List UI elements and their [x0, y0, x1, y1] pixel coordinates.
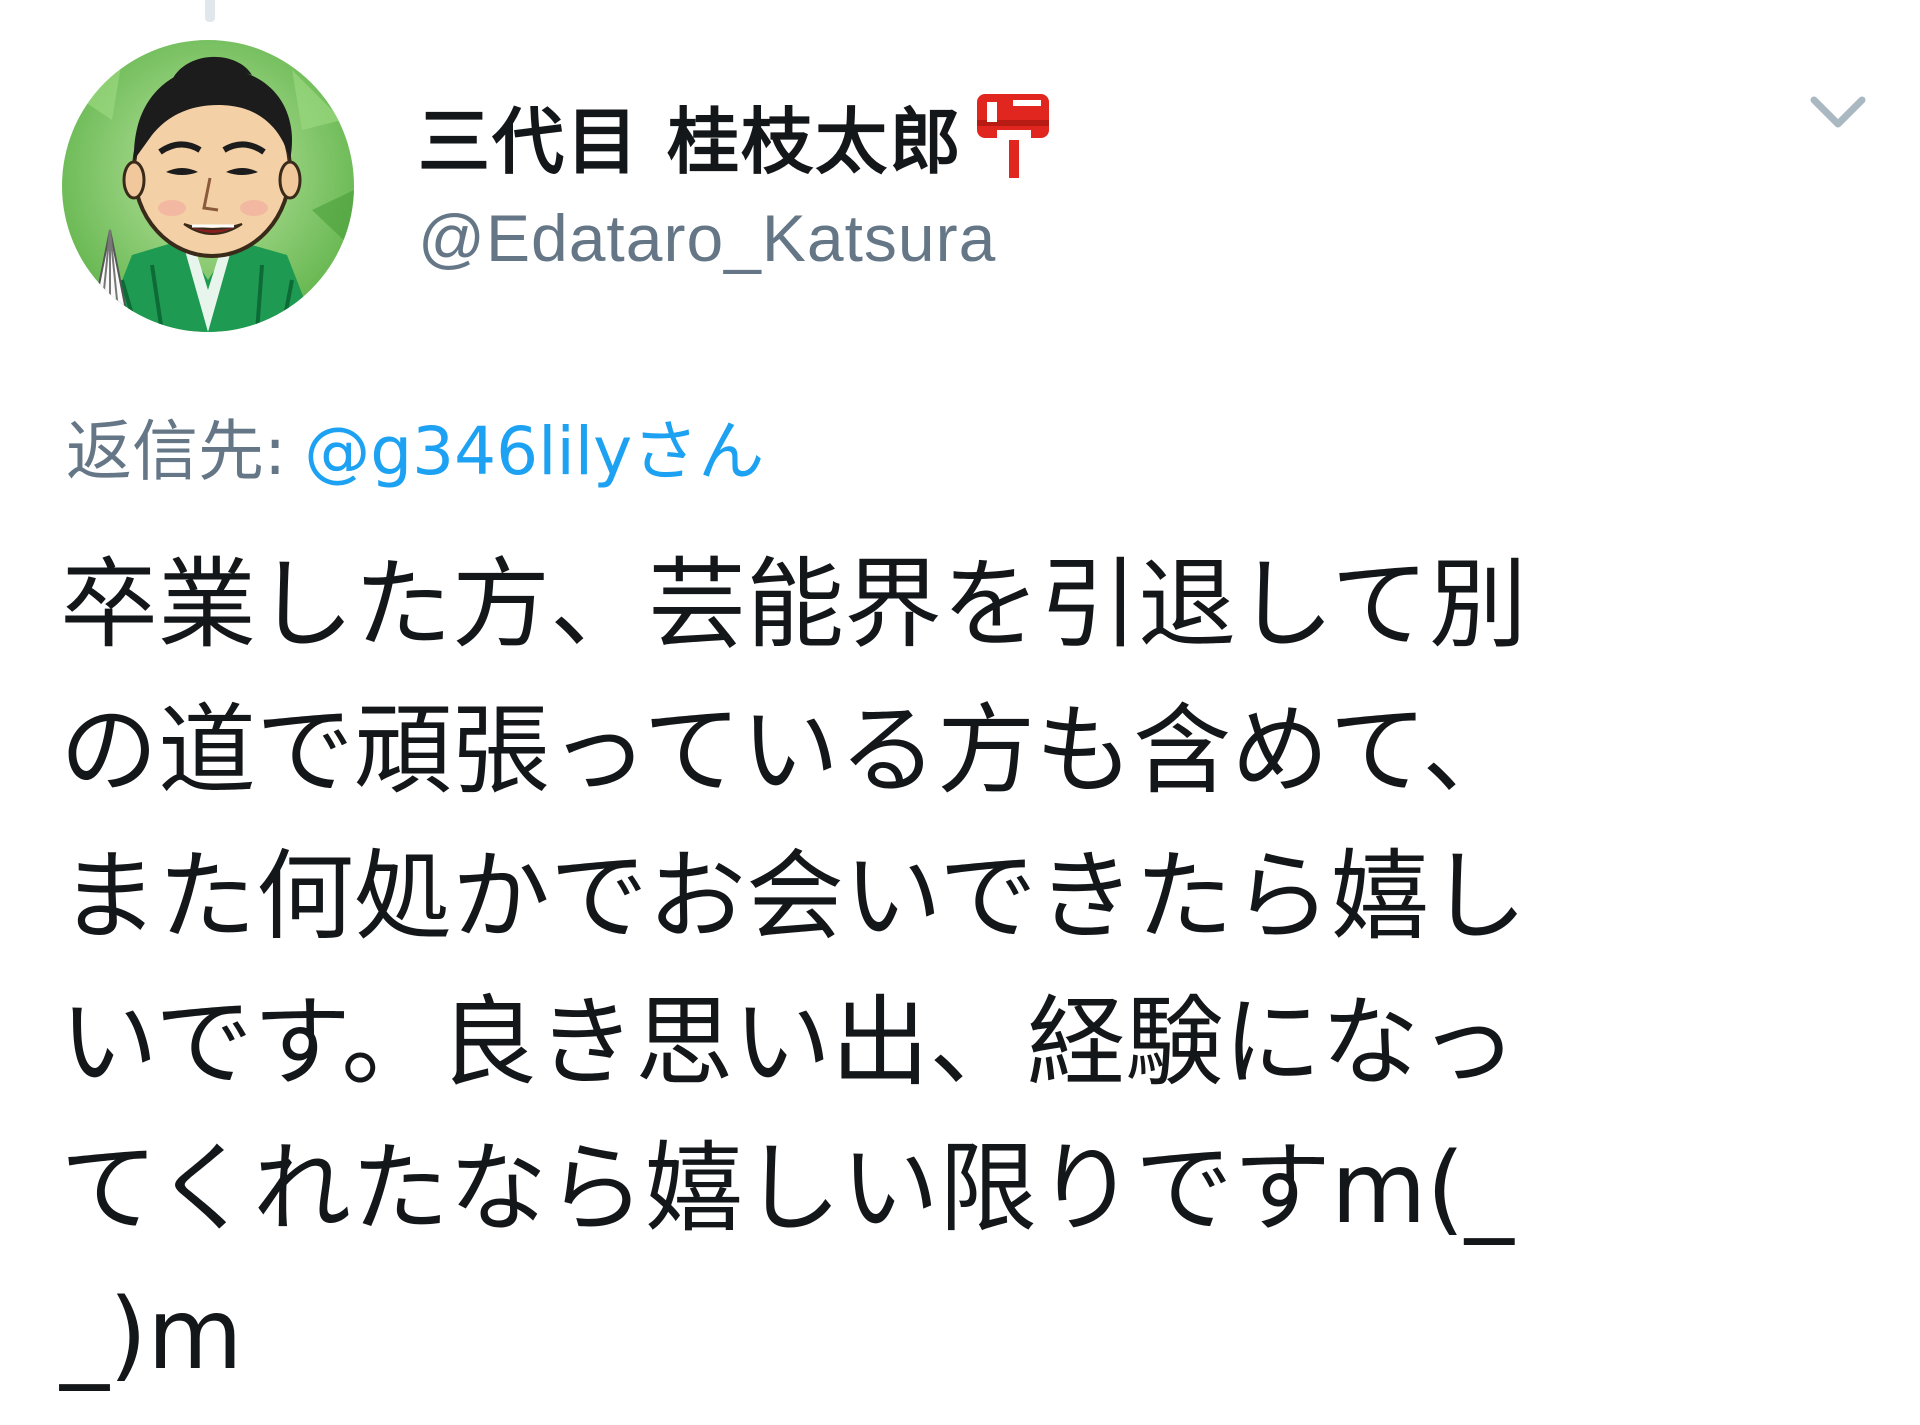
- avatar[interactable]: [62, 40, 354, 332]
- caricature-avatar-image: [62, 40, 354, 332]
- thread-connector-line: [205, 0, 215, 22]
- tweet-text-line: の道で頑張っている方も含めて、: [60, 694, 1521, 808]
- author-name-row[interactable]: 三代目 桂枝太郎: [418, 90, 1053, 184]
- reply-target-link[interactable]: @g346lilyさん: [304, 398, 764, 494]
- author-display-name[interactable]: 三代目 桂枝太郎: [418, 83, 963, 188]
- red-umbrella-emoji-icon: [973, 90, 1053, 180]
- tweet-text-line: てくれたなら嬉しい限りですm(_: [60, 1132, 1514, 1246]
- reply-context: 返信先: @g346lilyさん: [66, 398, 764, 494]
- tweet-text: 卒業した方、芸能界を引退して別 の道で頑張っている方も含めて、 また何処かでお会…: [60, 532, 1840, 1408]
- tweet-text-line: また何処かでお会いできたら嬉し: [60, 840, 1528, 954]
- tweet-text-line: 卒業した方、芸能界を引退して別: [60, 548, 1528, 662]
- chevron-down-icon[interactable]: [1808, 92, 1868, 132]
- author-handle[interactable]: @Edataro_Katsura: [418, 200, 996, 276]
- tweet-text-line: _)m: [60, 1278, 243, 1392]
- reply-label: 返信先:: [66, 413, 287, 490]
- tweet-text-line: いです。良き思い出、経験になっ: [60, 986, 1518, 1100]
